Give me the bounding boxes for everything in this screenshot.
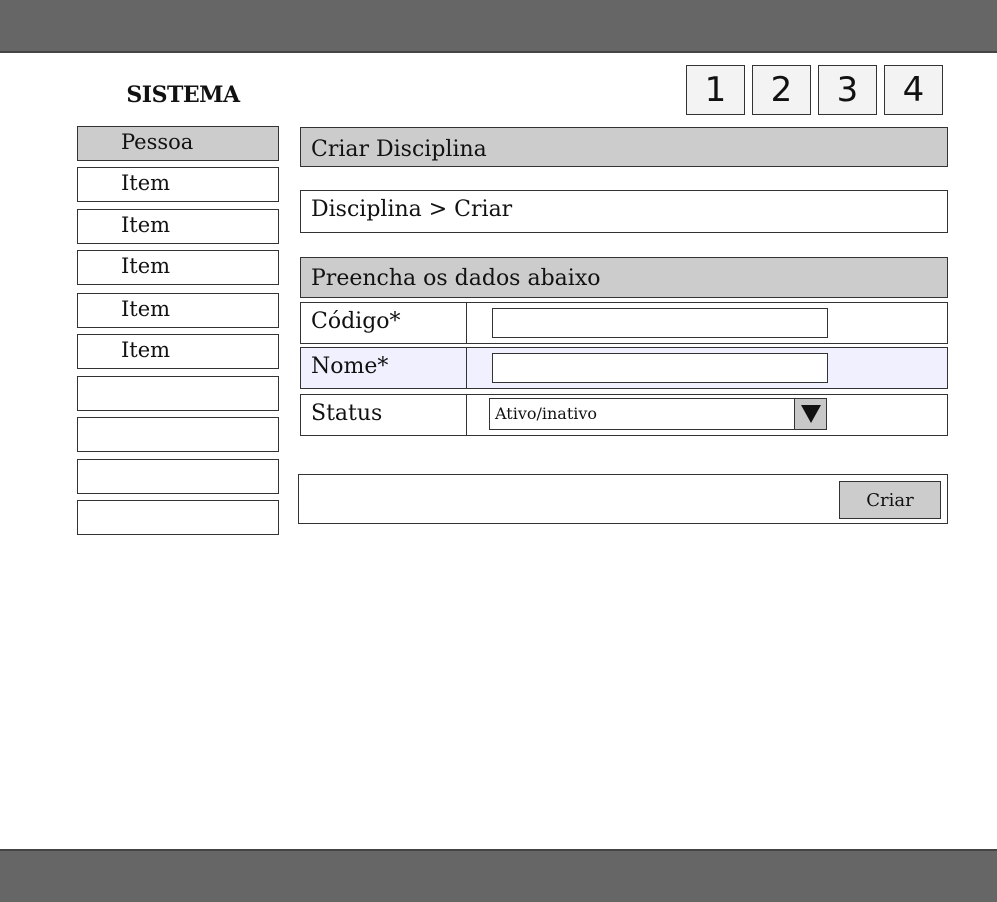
codigo-label: Código* (301, 303, 467, 343)
page-tab-1[interactable]: 1 (686, 65, 745, 115)
codigo-input[interactable] (492, 308, 828, 338)
sidebar-item[interactable]: Item (77, 250, 279, 285)
page-tab-3[interactable]: 3 (818, 65, 877, 115)
page-header: Criar Disciplina (300, 127, 948, 167)
dropdown-arrow-icon[interactable] (794, 399, 826, 429)
field-row-nome: Nome* (300, 347, 948, 389)
sidebar-item-pessoa[interactable]: Pessoa (77, 126, 279, 161)
field-row-codigo: Código* (300, 302, 948, 344)
bottom-bar (0, 849, 997, 902)
sidebar-item-empty[interactable] (77, 500, 279, 535)
sidebar-item[interactable]: Item (77, 209, 279, 244)
nome-label: Nome* (301, 348, 467, 388)
page-tabs: 1 2 3 4 (686, 65, 943, 115)
sidebar-item-empty[interactable] (77, 459, 279, 494)
page-tab-4[interactable]: 4 (884, 65, 943, 115)
app-title: SISTEMA (126, 82, 240, 108)
status-label: Status (301, 395, 467, 435)
field-row-status: Status Ativo/inativo (300, 394, 948, 436)
sidebar-item-empty[interactable] (77, 417, 279, 452)
top-bar (0, 0, 997, 53)
form-header: Preencha os dados abaixo (300, 257, 948, 298)
status-select-value: Ativo/inativo (495, 404, 598, 423)
sidebar-item[interactable]: Item (77, 293, 279, 328)
action-bar: Criar (298, 474, 948, 524)
page-tab-2[interactable]: 2 (752, 65, 811, 115)
sidebar-item[interactable]: Item (77, 334, 279, 369)
breadcrumb: Disciplina > Criar (300, 190, 948, 233)
sidebar-item-empty[interactable] (77, 376, 279, 411)
criar-button[interactable]: Criar (839, 481, 941, 519)
status-select[interactable]: Ativo/inativo (489, 398, 827, 430)
sidebar-item[interactable]: Item (77, 167, 279, 202)
nome-input[interactable] (492, 353, 828, 383)
